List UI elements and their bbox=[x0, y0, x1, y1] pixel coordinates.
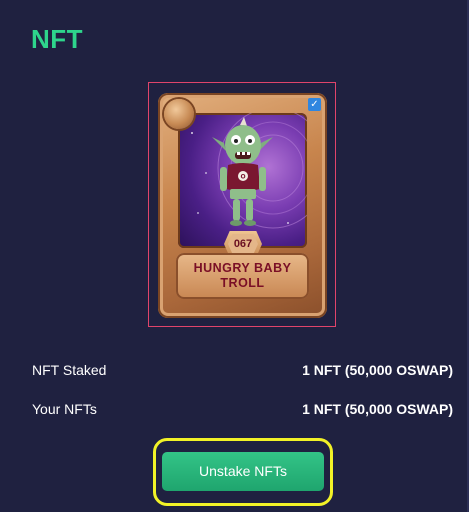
nft-staked-value: 1 NFT (50,000 OSWAP) bbox=[302, 362, 453, 378]
card-number: 067 bbox=[228, 234, 258, 254]
your-nfts-label: Your NFTs bbox=[32, 401, 97, 417]
unstake-nfts-button[interactable]: Unstake NFTs bbox=[162, 452, 324, 491]
troll-character-illustration: O bbox=[191, 113, 307, 229]
section-title: NFT bbox=[31, 24, 84, 54]
nft-card[interactable]: O ✓ 067 HUNGRY BABY TROLL bbox=[158, 93, 327, 318]
nft-staked-label: NFT Staked bbox=[32, 362, 107, 378]
card-name-line-1: HUNGRY BABY bbox=[193, 261, 292, 275]
card-name-line-2: TROLL bbox=[220, 276, 265, 290]
svg-text:O: O bbox=[240, 174, 245, 181]
nft-card-artwork: O bbox=[178, 113, 307, 248]
nft-panel: NFT O ✓ 067 HUNGRY BABY TROLL NFT Staked… bbox=[0, 0, 469, 512]
your-nfts-value: 1 NFT (50,000 OSWAP) bbox=[302, 401, 453, 417]
checkmark-icon[interactable]: ✓ bbox=[308, 98, 321, 111]
coin-icon bbox=[164, 99, 194, 129]
card-name-plate: HUNGRY BABY TROLL bbox=[176, 253, 309, 299]
